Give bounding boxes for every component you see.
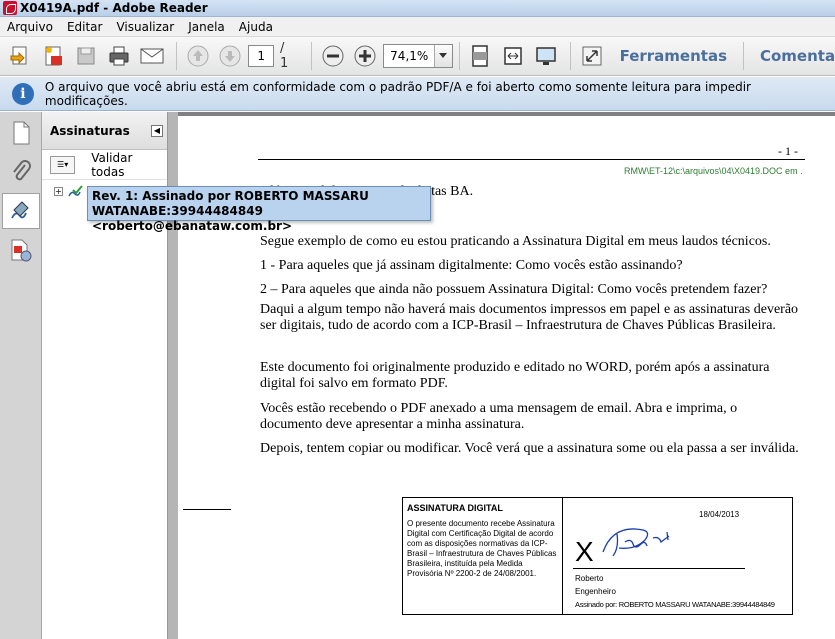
zoom-value: 74,1%: [390, 49, 429, 63]
zoom-in-button[interactable]: [350, 41, 380, 71]
options-menu-button[interactable]: ☰▾: [50, 155, 76, 174]
paperclip-icon: [13, 160, 31, 181]
fit-page-button[interactable]: [466, 41, 496, 71]
signature-line: [573, 568, 745, 569]
toolbar-separator: [458, 42, 460, 70]
paragraph: Este documento foi originalmente produzi…: [260, 360, 770, 391]
signature-tooltip: Rev. 1: Assinado por ROBERTO MASSARU WAT…: [87, 186, 431, 233]
tooltip-line-1: Rev. 1: Assinado por ROBERTO MASSARU: [92, 189, 369, 203]
menu-ajuda[interactable]: Ajuda: [232, 20, 280, 34]
toolbar-separator: [310, 42, 312, 70]
signatures-toolbar: ☰▾ Validar todas: [42, 150, 167, 180]
signature-notice-title: ASSINATURA DIGITAL: [407, 503, 503, 513]
signature-pen-icon: [11, 201, 29, 219]
signature-notice-text: O presente documento recebe Assinatura D…: [407, 519, 557, 578]
create-pdf-icon: [45, 46, 62, 66]
zoom-select[interactable]: 74,1%: [383, 44, 453, 68]
paragraph: 2 – Para aqueles que ainda não possuem A…: [260, 282, 768, 297]
page-total: / 1: [280, 41, 289, 71]
window-title: X0419A.pdf - Adobe Reader: [20, 1, 208, 15]
save-button[interactable]: [72, 41, 102, 71]
menu-janela[interactable]: Janela: [181, 20, 232, 34]
valid-signature-icon: [68, 185, 83, 197]
navigation-rail: [0, 112, 42, 639]
menu-arquivo[interactable]: Arquivo: [0, 20, 60, 34]
info-icon: i: [12, 82, 34, 105]
create-pdf-button[interactable]: [39, 41, 69, 71]
open-file-icon: [10, 46, 27, 65]
email-button[interactable]: [137, 41, 167, 71]
page-number-input[interactable]: 1: [248, 45, 275, 67]
toolbar-separator: [175, 42, 177, 70]
fit-width-icon: [504, 47, 522, 65]
menu-visualizar[interactable]: Visualizar: [109, 20, 181, 34]
minus-circle-icon: [322, 45, 344, 67]
print-button[interactable]: [104, 41, 134, 71]
header-path: RMW\ET-12\c:\arquivos\04\X0419.DOC em .: [624, 166, 803, 176]
zoom-out-button[interactable]: [318, 41, 348, 71]
info-message: O arquivo que você abriu está em conform…: [44, 79, 751, 108]
signatures-panel-header: Assinaturas ◀: [42, 112, 167, 150]
printer-icon: [109, 46, 129, 66]
previous-page-button[interactable]: [183, 41, 213, 71]
arrow-down-icon: [219, 45, 241, 67]
pdfa-info-bar: i O arquivo que você abriu está em confo…: [0, 77, 835, 111]
fit-page-icon: [472, 45, 489, 67]
save-icon: [77, 47, 95, 65]
signatures-panel-title: Assinaturas: [50, 123, 130, 138]
paragraph: Vocês estão recebendo o PDF anexado a um…: [260, 401, 738, 432]
expand-arrows-icon: [582, 46, 602, 66]
signature-date: 18/04/2013: [699, 510, 740, 519]
security-panel-button[interactable]: [2, 232, 40, 268]
plus-circle-icon: [354, 45, 376, 67]
tools-tab[interactable]: Ferramentas: [610, 47, 737, 65]
arrow-up-icon: [187, 45, 209, 67]
monitor-icon: [536, 47, 556, 65]
toolbar-separator: [569, 42, 571, 70]
signer-role: Engenheiro: [575, 587, 616, 596]
menu-bar: Arquivo Editar Visualizar Janela Ajuda: [0, 17, 835, 37]
adobe-reader-icon: [3, 1, 17, 15]
toolbar-separator: [743, 42, 744, 70]
paragraph: 1 - Para aqueles que já assinam digitalm…: [260, 258, 683, 273]
fit-width-button[interactable]: [498, 41, 528, 71]
attachments-panel-button[interactable]: [2, 154, 40, 190]
chevron-down-icon[interactable]: [433, 45, 452, 67]
digital-signature-box: ASSINATURA DIGITAL O presente documento …: [402, 497, 793, 615]
signer-name: Roberto: [575, 574, 604, 583]
validate-all-button[interactable]: Validar todas: [91, 151, 167, 179]
expand-node-icon[interactable]: +: [54, 186, 63, 196]
pages-panel-button[interactable]: [2, 115, 40, 151]
signature-mark: X: [575, 536, 594, 567]
next-page-button[interactable]: [215, 41, 245, 71]
full-screen-button[interactable]: [531, 41, 561, 71]
footnote-rule: [183, 509, 231, 510]
expand-button[interactable]: [577, 41, 607, 71]
envelope-icon: [140, 48, 164, 64]
handwritten-signature: [602, 528, 670, 557]
signatures-panel-button[interactable]: [2, 193, 40, 229]
paragraph: Daqui a algum tempo não haverá mais docu…: [260, 302, 799, 333]
paragraph: Depois, tentem copiar ou modificar. Você…: [260, 441, 799, 456]
title-bar: X0419A.pdf - Adobe Reader: [0, 0, 835, 17]
comment-tab[interactable]: Comenta: [750, 47, 835, 65]
tooltip-line-2: WATANABE:39944484849 <roberto@ebanataw.c…: [92, 204, 293, 233]
signed-by-text: Assinado por: ROBERTO MASSARU WATANABE:3…: [575, 600, 775, 609]
menu-editar[interactable]: Editar: [60, 20, 110, 34]
page-number-text: - 1 -: [778, 144, 798, 158]
paragraph: Segue exemplo de como eu estou praticand…: [260, 234, 771, 249]
header-rule: [258, 159, 805, 160]
collapse-panel-icon[interactable]: ◀: [151, 125, 163, 137]
open-button[interactable]: [6, 41, 36, 71]
page-thumbnails-icon: [13, 121, 30, 145]
signature-notice: ASSINATURA DIGITAL O presente documento …: [403, 498, 563, 614]
document-info-icon: [11, 239, 32, 262]
toolbar: 1 / 1 74,1% Ferramentas Comenta: [0, 37, 835, 76]
